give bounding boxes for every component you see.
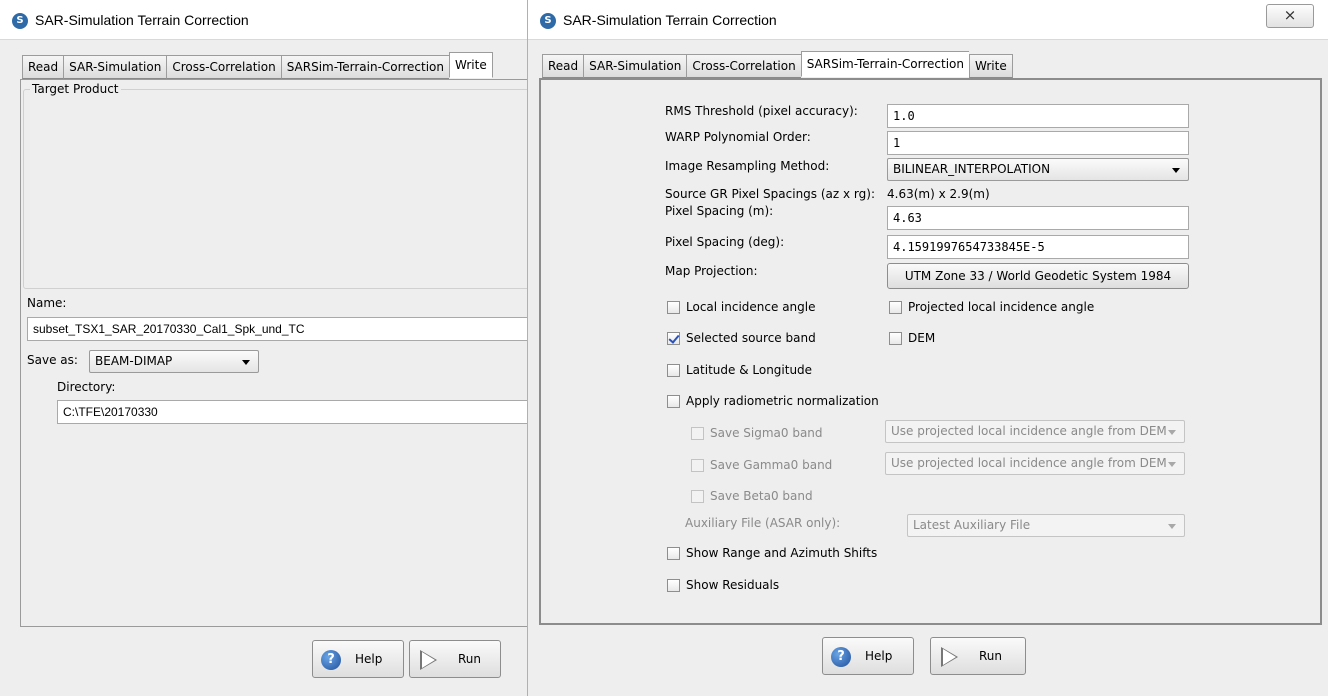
rms-threshold-input[interactable]: 1.0 [887, 104, 1189, 128]
left-tab-panel: Target Product Name: subset_TSX1_SAR_201… [20, 79, 531, 627]
directory-input[interactable]: C:\TFE\20170330 [57, 400, 531, 424]
save-as-label: Save as: [27, 353, 78, 367]
residuals-box[interactable] [667, 579, 680, 592]
help-icon: ? [831, 647, 851, 667]
selected-source-band-box[interactable] [667, 332, 680, 345]
save-as-format-value: BEAM-DIMAP [95, 354, 173, 368]
right-tab-bar: Read SAR-Simulation Cross-Correlation SA… [542, 51, 1013, 78]
right-dialog-window: S SAR-Simulation Terrain Correction ⨯ Re… [527, 0, 1328, 696]
warp-order-input[interactable]: 1 [887, 131, 1189, 155]
right-tab-write[interactable]: Write [969, 54, 1013, 78]
sigma0-option-value: Use projected local incidence angle from… [891, 424, 1167, 438]
app-logo-icon: S [540, 13, 556, 29]
source-gr-spacing-value: 4.63(m) x 2.9(m) [887, 187, 990, 201]
chevron-down-icon [242, 360, 250, 365]
chevron-down-icon [1172, 168, 1180, 173]
close-button[interactable]: ⨯ [1266, 4, 1314, 28]
run-icon [941, 647, 958, 667]
left-tab-read[interactable]: Read [22, 55, 64, 79]
right-tab-sarsim-terrain-correction[interactable]: SARSim-Terrain-Correction [800, 51, 970, 77]
left-title-bar[interactable]: S SAR-Simulation Terrain Correction [0, 0, 531, 40]
right-tab-read[interactable]: Read [542, 54, 584, 78]
map-projection-button[interactable]: UTM Zone 33 / World Geodetic System 1984 [887, 263, 1189, 289]
save-beta0-box[interactable] [691, 490, 704, 503]
right-run-label: Run [979, 649, 1003, 663]
right-tab-panel: RMS Threshold (pixel accuracy): 1.0 WARP… [539, 78, 1322, 625]
chevron-down-icon [1168, 430, 1176, 435]
right-tab-sar-simulation[interactable]: SAR-Simulation [583, 54, 687, 78]
pixel-spacing-deg-input[interactable]: 4.1591997654733845E-5 [887, 235, 1189, 259]
save-sigma0-box[interactable] [691, 427, 704, 440]
name-input[interactable]: subset_TSX1_SAR_20170330_Cal1_Spk_und_TC [27, 317, 531, 341]
lat-lon-box[interactable] [667, 364, 680, 377]
aux-file-select[interactable]: Latest Auxiliary File [907, 514, 1185, 537]
range-azimuth-shifts-box[interactable] [667, 547, 680, 560]
resampling-method-label: Image Resampling Method: [665, 159, 830, 173]
rms-threshold-label: RMS Threshold (pixel accuracy): [665, 104, 858, 118]
left-run-label: Run [458, 652, 482, 666]
local-incidence-box[interactable] [667, 301, 680, 314]
save-beta0-label: Save Beta0 band [710, 489, 813, 503]
dem-box[interactable] [889, 332, 902, 345]
left-tab-bar: Read SAR-Simulation Cross-Correlation SA… [22, 52, 493, 79]
sigma0-option-select[interactable]: Use projected local incidence angle from… [885, 420, 1185, 443]
local-incidence-label: Local incidence angle [686, 300, 816, 314]
left-tab-write[interactable]: Write [449, 52, 493, 78]
left-help-label: Help [355, 652, 383, 666]
lat-lon-label: Latitude & Longitude [686, 363, 813, 377]
aux-file-value: Latest Auxiliary File [913, 518, 1031, 532]
selected-source-band-label: Selected source band [686, 331, 816, 345]
run-icon [420, 650, 437, 670]
close-icon: ⨯ [1283, 6, 1297, 24]
map-projection-label: Map Projection: [665, 264, 758, 278]
resampling-method-value: BILINEAR_INTERPOLATION [893, 162, 1051, 176]
right-tab-cross-correlation[interactable]: Cross-Correlation [686, 54, 801, 78]
pixel-spacing-m-input[interactable]: 4.63 [887, 206, 1189, 230]
left-tab-sar-simulation[interactable]: SAR-Simulation [63, 55, 167, 79]
radiometric-normalization-box[interactable] [667, 395, 680, 408]
projected-local-incidence-box[interactable] [889, 301, 902, 314]
pixel-spacing-m-label: Pixel Spacing (m): [665, 204, 774, 218]
name-label: Name: [27, 296, 67, 310]
chevron-down-icon [1168, 462, 1176, 467]
gamma0-option-value: Use projected local incidence angle from… [891, 456, 1167, 470]
residuals-label: Show Residuals [686, 578, 780, 592]
source-gr-spacing-label: Source GR Pixel Spacings (az x rg): [665, 187, 875, 201]
target-product-group: Target Product [23, 82, 531, 289]
warp-order-label: WARP Polynomial Order: [665, 130, 811, 144]
target-product-title: Target Product [30, 82, 121, 96]
right-window-title: SAR-Simulation Terrain Correction [563, 12, 777, 28]
left-dialog-window: S SAR-Simulation Terrain Correction Read… [0, 0, 532, 696]
pixel-spacing-deg-label: Pixel Spacing (deg): [665, 235, 785, 249]
directory-label: Directory: [57, 380, 116, 394]
dem-label: DEM [908, 331, 936, 345]
right-run-button[interactable]: Run [930, 637, 1026, 675]
gamma0-option-select[interactable]: Use projected local incidence angle from… [885, 452, 1185, 475]
left-help-button[interactable]: ? Help [312, 640, 404, 678]
left-run-button[interactable]: Run [409, 640, 501, 678]
chevron-down-icon [1168, 524, 1176, 529]
right-help-button[interactable]: ? Help [822, 637, 914, 675]
app-logo-icon: S [12, 13, 28, 29]
left-tab-cross-correlation[interactable]: Cross-Correlation [166, 55, 281, 79]
projected-local-incidence-label: Projected local incidence angle [908, 300, 1095, 314]
save-gamma0-label: Save Gamma0 band [710, 458, 833, 472]
right-title-bar[interactable]: S SAR-Simulation Terrain Correction ⨯ [528, 0, 1328, 40]
save-sigma0-label: Save Sigma0 band [710, 426, 823, 440]
radiometric-normalization-label: Apply radiometric normalization [686, 394, 879, 408]
right-help-label: Help [865, 649, 893, 663]
help-icon: ? [321, 650, 341, 670]
left-window-title: SAR-Simulation Terrain Correction [35, 12, 249, 28]
save-as-format-select[interactable]: BEAM-DIMAP [89, 350, 259, 373]
left-tab-sarsim-terrain-correction[interactable]: SARSim-Terrain-Correction [280, 55, 450, 79]
aux-file-label: Auxiliary File (ASAR only): [685, 516, 841, 530]
range-azimuth-shifts-label: Show Range and Azimuth Shifts [686, 546, 878, 560]
resampling-method-select[interactable]: BILINEAR_INTERPOLATION [887, 158, 1189, 181]
save-gamma0-box[interactable] [691, 459, 704, 472]
